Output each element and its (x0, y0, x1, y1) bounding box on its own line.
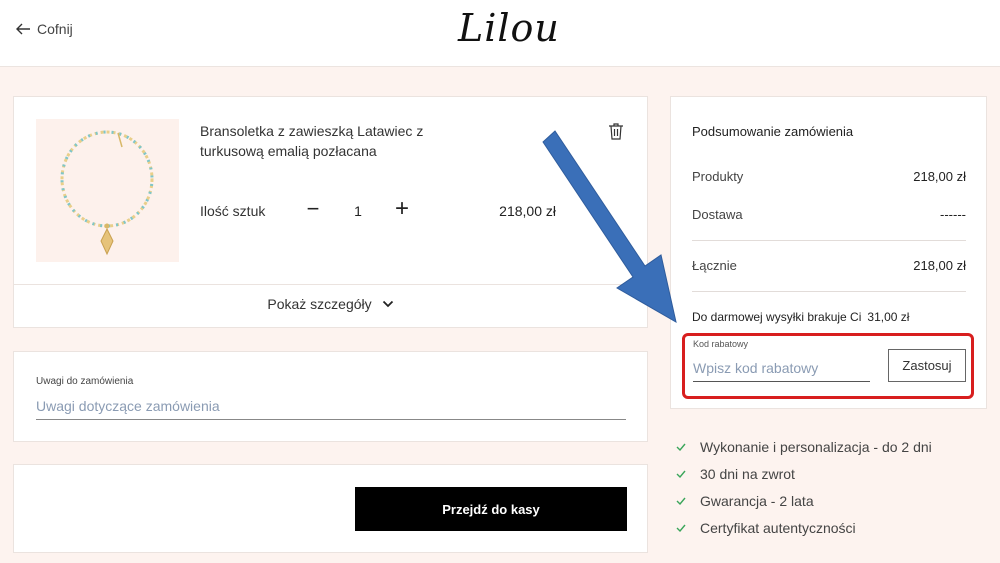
summary-total-row: Łącznie 218,00 zł (692, 258, 966, 273)
promo-code-input[interactable] (693, 354, 870, 382)
back-link[interactable]: Cofnij (16, 21, 73, 37)
checkout-button[interactable]: Przejdź do kasy (355, 487, 627, 531)
order-notes-card: Uwagi do zamówienia (13, 351, 648, 442)
order-summary-card: Podsumowanie zamówienia Produkty 218,00 … (670, 96, 987, 409)
summary-shipping-row: Dostawa ------ (692, 207, 966, 222)
bracelet-image (60, 130, 154, 256)
checkout-card: Przejdź do kasy (13, 464, 648, 553)
promo-code-label: Kod rabatowy (693, 339, 749, 349)
shipping-label: Dostawa (692, 207, 743, 222)
free-shipping-label: Do darmowej wysyłki brakuje Ci (692, 310, 862, 324)
summary-products-row: Produkty 218,00 zł (692, 169, 966, 184)
order-notes-label: Uwagi do zamówienia (36, 376, 134, 387)
benefit-item: Gwarancja - 2 lata (676, 487, 932, 514)
free-shipping-value: 31,00 zł (867, 310, 910, 324)
decrease-quantity-button[interactable]: − (304, 197, 322, 221)
back-label: Cofnij (37, 21, 73, 37)
divider (692, 240, 966, 241)
products-value: 218,00 zł (913, 169, 966, 184)
total-value: 218,00 zł (913, 258, 966, 273)
divider (14, 284, 647, 285)
header: Cofnij Lilou (0, 0, 1000, 67)
summary-title: Podsumowanie zamówienia (692, 124, 854, 139)
promo-code-highlight: Kod rabatowy Zastosuj (682, 333, 974, 399)
benefit-text: 30 dni na zwrot (700, 465, 795, 482)
quantity-label: Ilość sztuk (200, 203, 266, 219)
benefit-text: Wykonanie i personalizacja - do 2 dni (700, 438, 932, 455)
apply-promo-button[interactable]: Zastosuj (888, 349, 966, 382)
shipping-value: ------ (940, 207, 966, 222)
total-label: Łącznie (692, 258, 737, 273)
increase-quantity-button[interactable]: + (392, 197, 412, 221)
show-details-label: Pokaż szczegóły (267, 296, 372, 312)
arrow-left-icon (16, 23, 30, 35)
benefit-text: Gwarancja - 2 lata (700, 492, 814, 509)
product-name[interactable]: Bransoletka z zawieszką Latawiec z turku… (200, 121, 440, 161)
benefits-list: Wykonanie i personalizacja - do 2 dni 30… (676, 433, 932, 541)
cart-item-card: Bransoletka z zawieszką Latawiec z turku… (13, 96, 648, 328)
check-icon (676, 443, 686, 451)
trash-icon[interactable] (608, 122, 624, 140)
free-shipping-notice: Do darmowej wysyłki brakuje Ci 31,00 zł (692, 310, 909, 324)
divider (692, 291, 966, 292)
quantity-value: 1 (354, 203, 362, 219)
benefit-item: 30 dni na zwrot (676, 460, 932, 487)
check-icon (676, 497, 686, 505)
check-icon (676, 524, 686, 532)
product-price: 218,00 zł (499, 203, 556, 219)
benefit-text: Certyfikat autentyczności (700, 519, 856, 536)
benefit-item: Certyfikat autentyczności (676, 514, 932, 541)
product-image[interactable] (36, 119, 179, 262)
logo[interactable]: Lilou (458, 6, 560, 50)
order-notes-input[interactable] (36, 392, 626, 420)
show-details-toggle[interactable]: Pokaż szczegóły (14, 296, 647, 312)
products-label: Produkty (692, 169, 744, 184)
check-icon (676, 470, 686, 478)
chevron-down-icon (382, 300, 393, 308)
benefit-item: Wykonanie i personalizacja - do 2 dni (676, 433, 932, 460)
